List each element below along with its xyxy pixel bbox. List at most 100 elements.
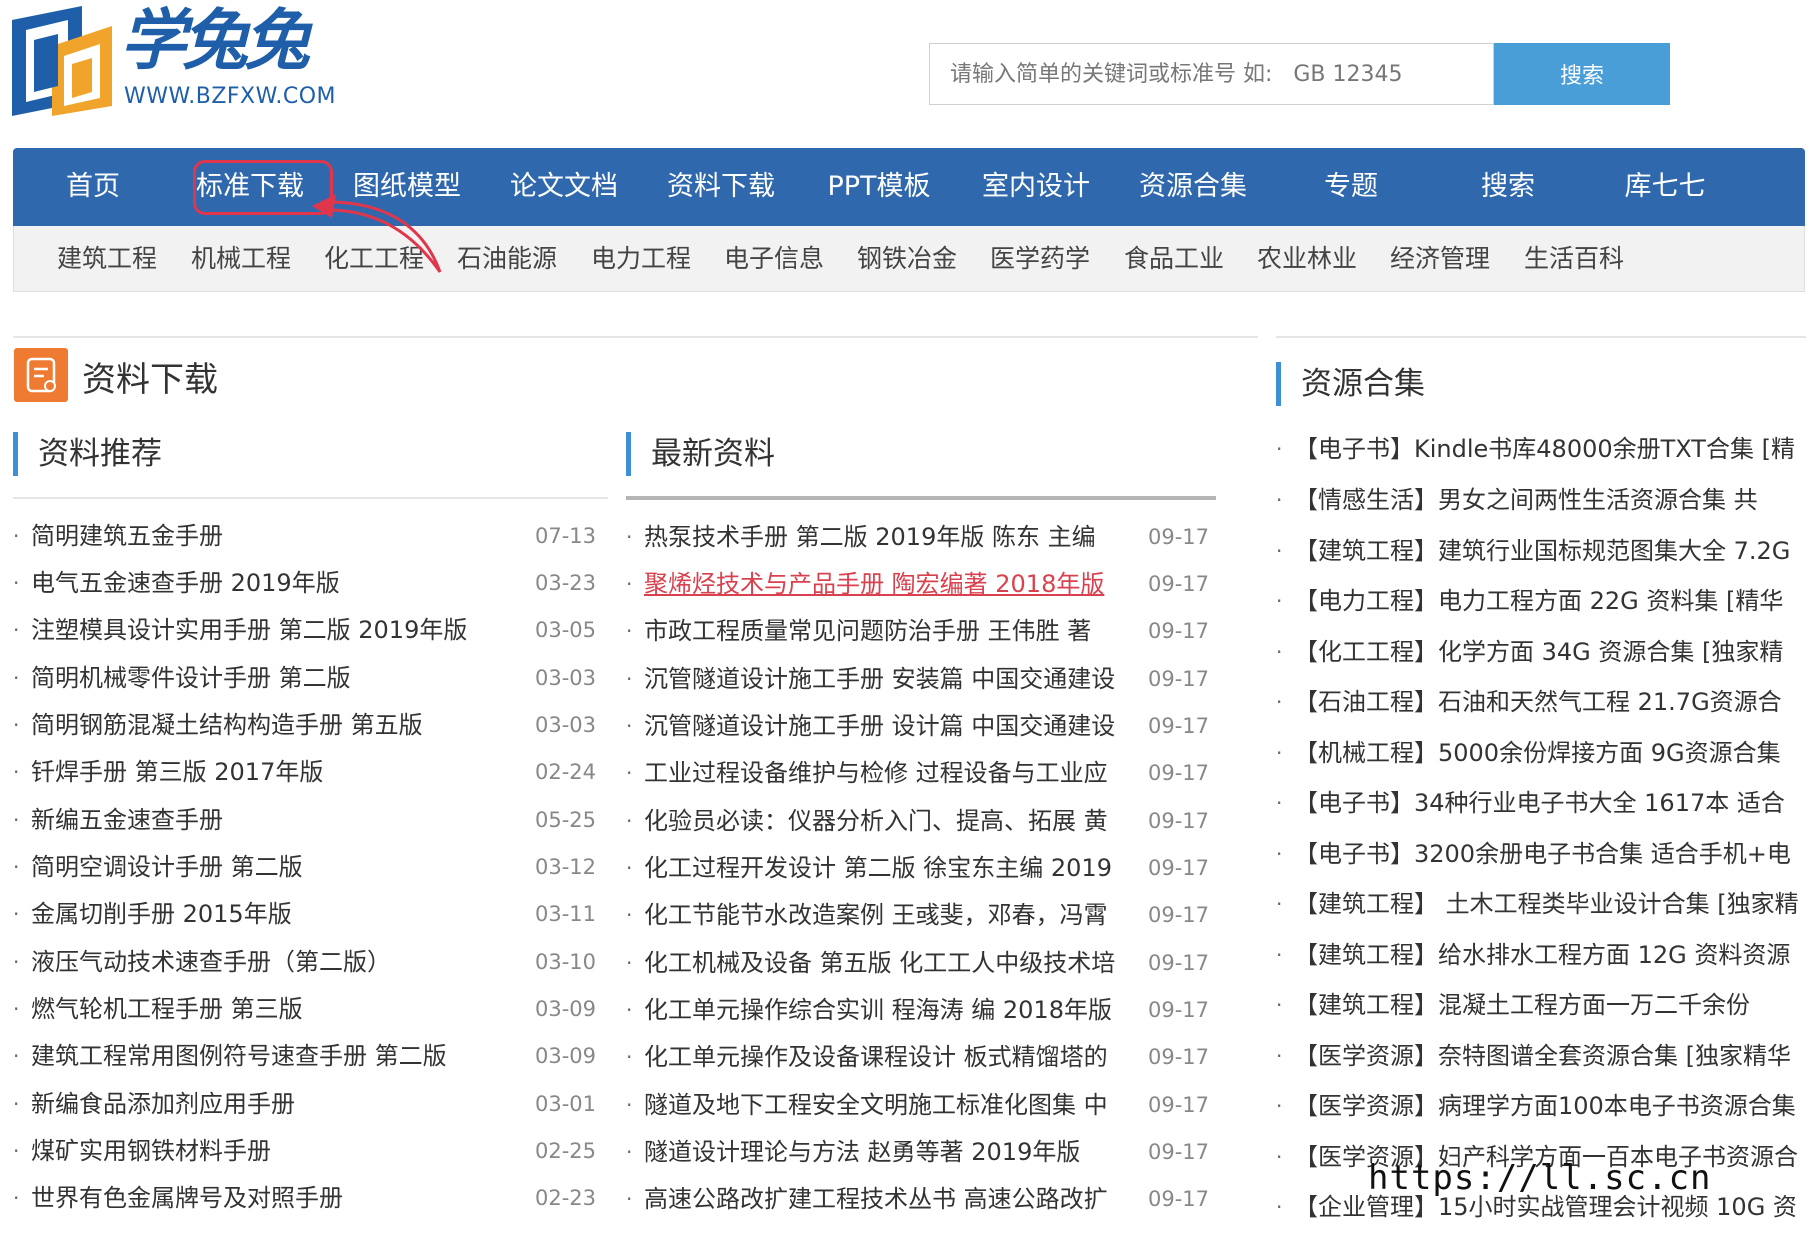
subnav-item-medicine[interactable]: 医学药学	[990, 226, 1090, 292]
list-item: · 【石油工程】石油和天然气工程 21.7G资源合	[1276, 682, 1806, 722]
list-item: · 【机械工程】5000余份焊接方面 9G资源合集	[1276, 733, 1806, 773]
subnav-item-electronics[interactable]: 电子信息	[724, 226, 824, 292]
bullet-icon: ·	[13, 618, 20, 642]
item-title[interactable]: 燃气轮机工程手册 第三版	[31, 989, 531, 1029]
item-title[interactable]: 新编食品添加剂应用手册	[31, 1084, 531, 1124]
item-title[interactable]: 【建筑工程】给水排水工程方面 12G 资料资源	[1294, 935, 1806, 975]
list-item: · 沉管隧道设计施工手册 设计篇 中国交通建设 09-17	[626, 706, 1216, 746]
nav-item-papers[interactable]: 论文文档	[510, 148, 618, 226]
list-item: · 【医学资源】奈特图谱全套资源合集 [独家精华	[1276, 1036, 1806, 1076]
subnav-item-economics[interactable]: 经济管理	[1390, 226, 1490, 292]
item-date: 03-05	[535, 618, 597, 642]
nav-item-materials[interactable]: 资料下载	[667, 148, 775, 226]
item-title[interactable]: 简明钢筋混凝土结构构造手册 第五版	[31, 705, 531, 745]
item-title[interactable]: 隧道及地下工程安全文明施工标准化图集 中	[644, 1085, 1136, 1125]
item-title[interactable]: 沉管隧道设计施工手册 设计篇 中国交通建设	[644, 706, 1136, 746]
item-date: 09-17	[1148, 1093, 1210, 1117]
item-date: 07-13	[535, 524, 597, 548]
subnav-item-agriculture[interactable]: 农业林业	[1257, 226, 1357, 292]
item-title[interactable]: 【建筑工程】混凝土工程方面一万二千余份	[1294, 985, 1806, 1025]
search-button[interactable]: 搜索	[1494, 43, 1670, 105]
item-title[interactable]: 钎焊手册 第三版 2017年版	[31, 752, 531, 792]
item-title[interactable]: 化工单元操作综合实训 程海涛 编 2018年版	[644, 990, 1136, 1030]
search-input[interactable]	[929, 43, 1494, 105]
bullet-icon: ·	[13, 902, 20, 926]
list-item: · 聚烯烃技术与产品手册 陶宏编著 2018年版 09-17	[626, 564, 1216, 604]
list-item: · 高速公路改扩建工程技术丛书 高速公路改扩 09-17	[626, 1179, 1216, 1219]
item-title[interactable]: 简明机械零件设计手册 第二版	[31, 658, 531, 698]
bullet-icon: ·	[1276, 589, 1283, 613]
item-title[interactable]: 金属切削手册 2015年版	[31, 894, 531, 934]
list-item: · 化工节能节水改造案例 王彧斐，邓春，冯霄 09-17	[626, 895, 1216, 935]
item-title[interactable]: 【医学资源】奈特图谱全套资源合集 [独家精华	[1294, 1036, 1806, 1076]
nav-item-ku77[interactable]: 库七七	[1625, 148, 1706, 226]
item-title[interactable]: 聚烯烃技术与产品手册 陶宏编著 2018年版	[644, 564, 1136, 604]
list-item: · 化工过程开发设计 第二版 徐宝东主编 2019 09-17	[626, 848, 1216, 888]
item-title[interactable]: 【情感生活】男女之间两性生活资源合集 共	[1294, 480, 1806, 520]
subnav-item-metallurgy[interactable]: 钢铁冶金	[857, 226, 957, 292]
item-title[interactable]: 【电子书】3200余册电子书合集 适合手机+电	[1294, 834, 1806, 874]
item-date: 09-17	[1148, 667, 1210, 691]
subnav-item-petroleum[interactable]: 石油能源	[457, 226, 557, 292]
item-date: 02-23	[535, 1186, 597, 1210]
item-title[interactable]: 化验员必读：仪器分析入门、提高、拓展 黄	[644, 801, 1136, 841]
item-date: 09-17	[1148, 1045, 1210, 1069]
item-title[interactable]: 化工节能节水改造案例 王彧斐，邓春，冯霄	[644, 895, 1136, 935]
subnav-item-life[interactable]: 生活百科	[1524, 226, 1624, 292]
item-title[interactable]: 【建筑工程】建筑行业国标规范图集大全 7.2G	[1294, 531, 1806, 571]
item-title[interactable]: 沉管隧道设计施工手册 安装篇 中国交通建设	[644, 659, 1136, 699]
item-title[interactable]: 【化工工程】化学方面 34G 资源合集 [独家精	[1294, 632, 1806, 672]
site-logo[interactable]: 学兔兔 WWW.BZFXW.COM	[12, 6, 342, 116]
item-date: 09-17	[1148, 525, 1210, 549]
item-title[interactable]: 隧道设计理论与方法 赵勇等著 2019年版	[644, 1132, 1136, 1172]
item-title[interactable]: 化工单元操作及设备课程设计 板式精馏塔的	[644, 1037, 1136, 1077]
item-date: 09-17	[1148, 903, 1210, 927]
item-title[interactable]: 液压气动技术速查手册（第二版）	[31, 942, 531, 982]
bullet-icon: ·	[13, 760, 20, 784]
nav-item-collections[interactable]: 资源合集	[1139, 148, 1247, 226]
nav-item-search[interactable]: 搜索	[1481, 148, 1535, 226]
subnav-item-power[interactable]: 电力工程	[591, 226, 691, 292]
item-title[interactable]: 【医学资源】病理学方面100本电子书资源合集	[1294, 1086, 1806, 1126]
item-title[interactable]: 电气五金速查手册 2019年版	[31, 563, 531, 603]
subnav-item-mechanical[interactable]: 机械工程	[191, 226, 291, 292]
list-item: · 化工单元操作综合实训 程海涛 编 2018年版 09-17	[626, 990, 1216, 1030]
list-item: · 沉管隧道设计施工手册 安装篇 中国交通建设 09-17	[626, 659, 1216, 699]
item-title[interactable]: 简明空调设计手册 第二版	[31, 847, 531, 887]
nav-item-ppt[interactable]: PPT模板	[827, 148, 930, 226]
bullet-icon: ·	[1276, 690, 1283, 714]
item-title[interactable]: 市政工程质量常见问题防治手册 王伟胜 著	[644, 611, 1136, 651]
bullet-icon: ·	[626, 761, 633, 785]
bullet-icon: ·	[1276, 1094, 1283, 1118]
item-title[interactable]: 【建筑工程】 土木工程类毕业设计合集 [独家精	[1294, 884, 1806, 924]
item-title[interactable]: 热泵技术手册 第二版 2019年版 陈东 主编	[644, 517, 1136, 557]
item-title[interactable]: 化工机械及设备 第五版 化工工人中级技术培	[644, 943, 1136, 983]
subnav-item-construction[interactable]: 建筑工程	[57, 226, 157, 292]
bullet-icon: ·	[626, 1045, 633, 1069]
bullet-icon: ·	[626, 809, 633, 833]
item-title[interactable]: 注塑模具设计实用手册 第二版 2019年版	[31, 610, 531, 650]
item-title[interactable]: 简明建筑五金手册	[31, 516, 531, 556]
item-title[interactable]: 【电子书】34种行业电子书大全 1617本 适合	[1294, 783, 1806, 823]
item-title[interactable]: 【机械工程】5000余份焊接方面 9G资源合集	[1294, 733, 1806, 773]
bullet-icon: ·	[13, 713, 20, 737]
nav-item-home[interactable]: 首页	[66, 148, 120, 226]
section-divider	[13, 336, 1258, 338]
item-title[interactable]: 【石油工程】石油和天然气工程 21.7G资源合	[1294, 682, 1806, 722]
item-title[interactable]: 化工过程开发设计 第二版 徐宝东主编 2019	[644, 848, 1136, 888]
item-title[interactable]: 高速公路改扩建工程技术丛书 高速公路改扩	[644, 1179, 1136, 1219]
item-date: 09-17	[1148, 572, 1210, 596]
item-title[interactable]: 煤矿实用钢铁材料手册	[31, 1131, 531, 1171]
bullet-icon: ·	[626, 998, 633, 1022]
bullet-icon: ·	[1276, 539, 1283, 563]
item-title[interactable]: 工业过程设备维护与检修 过程设备与工业应	[644, 753, 1136, 793]
item-title[interactable]: 建筑工程常用图例符号速查手册 第二版	[31, 1036, 531, 1076]
nav-item-interior[interactable]: 室内设计	[982, 148, 1090, 226]
annotation-arrow-icon	[312, 194, 442, 273]
nav-item-topics[interactable]: 专题	[1324, 148, 1378, 226]
subnav-item-food[interactable]: 食品工业	[1124, 226, 1224, 292]
item-title[interactable]: 【电力工程】电力工程方面 22G 资料集 [精华	[1294, 581, 1806, 621]
item-title[interactable]: 【电子书】Kindle书库48000余册TXT合集 [精	[1294, 429, 1806, 469]
item-title[interactable]: 世界有色金属牌号及对照手册	[31, 1178, 531, 1218]
item-title[interactable]: 新编五金速查手册	[31, 800, 531, 840]
